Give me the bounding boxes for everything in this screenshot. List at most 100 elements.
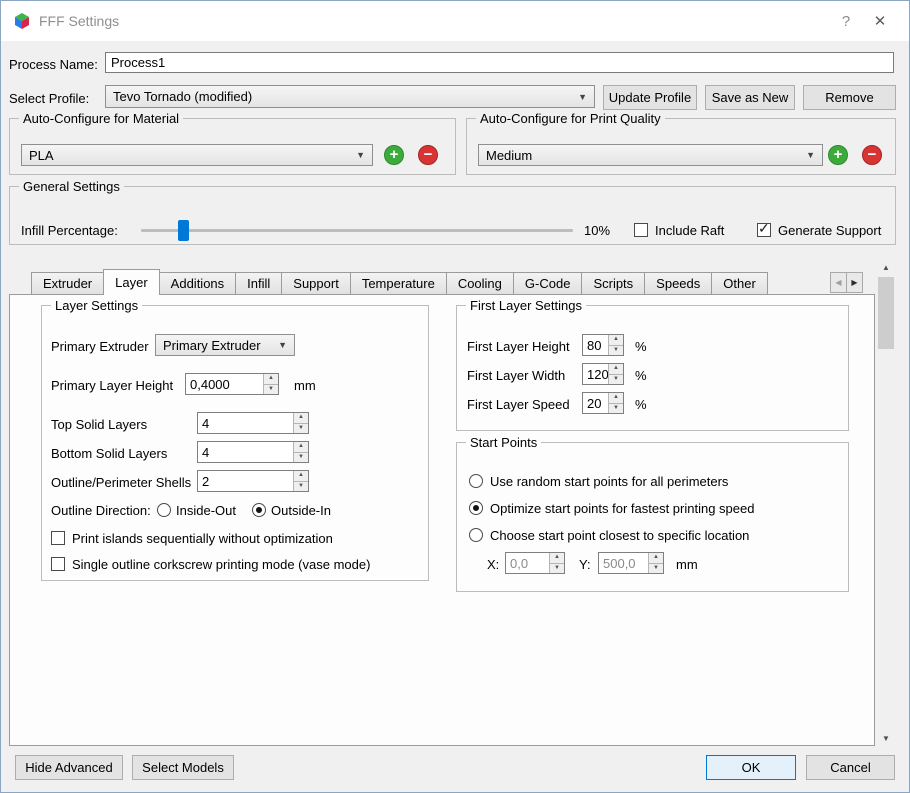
vertical-scrollbar[interactable]: ▲ ▼ (877, 259, 895, 747)
close-button[interactable]: ✕ (863, 12, 897, 30)
first-layer-speed-label: First Layer Speed (467, 397, 570, 412)
primary-extruder-dropdown[interactable]: Primary Extruder ▼ (155, 334, 295, 356)
outline-perimeter-shells-spinbox[interactable]: 2 ▲ ▼ (197, 470, 309, 492)
spin-up-button[interactable]: ▲ (549, 553, 564, 564)
select-models-button[interactable]: Select Models (132, 755, 234, 780)
radio-dot (256, 507, 262, 513)
spinbox-value[interactable]: 2 (198, 471, 293, 491)
spin-up-button[interactable]: ▲ (293, 471, 308, 482)
first-layer-width-spinbox[interactable]: 120 ▲ ▼ (582, 363, 624, 385)
spin-down-button[interactable]: ▼ (648, 563, 663, 573)
select-profile-label: Select Profile: (9, 91, 90, 106)
spin-up-button[interactable]: ▲ (293, 413, 308, 424)
add-quality-button[interactable]: + (828, 145, 848, 165)
first-layer-height-spinbox[interactable]: 80 ▲ ▼ (582, 334, 624, 356)
random-start-points-radio[interactable] (469, 474, 483, 488)
infill-slider-track[interactable] (141, 229, 573, 232)
first-layer-speed-spinbox[interactable]: 20 ▲ ▼ (582, 392, 624, 414)
spin-up-button[interactable]: ▲ (608, 364, 623, 375)
closest-start-point-radio[interactable] (469, 528, 483, 542)
spinbox-value[interactable]: 0,4000 (186, 374, 263, 394)
spin-up-button[interactable]: ▲ (263, 374, 278, 385)
spinbox-value[interactable]: 500,0 (599, 553, 648, 573)
spin-up-button[interactable]: ▲ (648, 553, 663, 564)
spin-down-button[interactable]: ▼ (608, 403, 623, 413)
print-islands-checkbox[interactable] (51, 531, 65, 545)
titlebar: FFF Settings ? ✕ (1, 1, 909, 41)
tab-support[interactable]: Support (281, 272, 351, 294)
spinbox-value[interactable]: 20 (583, 393, 608, 413)
spinbox-value[interactable]: 120 (583, 364, 608, 384)
infill-slider-handle[interactable] (178, 220, 189, 241)
cancel-button[interactable]: Cancel (806, 755, 895, 780)
primary-layer-height-unit: mm (294, 378, 316, 393)
tab-infill[interactable]: Infill (235, 272, 283, 294)
spinbox-value[interactable]: 4 (198, 442, 293, 462)
remove-profile-button[interactable]: Remove (803, 85, 896, 110)
primary-layer-height-label: Primary Layer Height (51, 378, 174, 393)
tab-extruder[interactable]: Extruder (31, 272, 105, 294)
spin-down-button[interactable]: ▼ (608, 345, 623, 355)
vase-mode-label[interactable]: Single outline corkscrew printing mode (… (72, 557, 370, 572)
start-y-spinbox[interactable]: 500,0 ▲ ▼ (598, 552, 664, 574)
material-value: PLA (29, 147, 54, 163)
print-islands-label[interactable]: Print islands sequentially without optim… (72, 531, 333, 546)
generate-support-label[interactable]: Generate Support (778, 223, 881, 238)
scroll-thumb[interactable] (878, 277, 894, 349)
select-profile-dropdown[interactable]: Tevo Tornado (modified) ▼ (105, 85, 595, 108)
first-layer-settings-title: First Layer Settings (466, 298, 586, 313)
top-solid-layers-spinbox[interactable]: 4 ▲ ▼ (197, 412, 309, 434)
outside-in-label[interactable]: Outside-In (271, 503, 331, 518)
add-material-button[interactable]: + (384, 145, 404, 165)
first-layer-height-unit: % (635, 339, 647, 354)
process-name-input[interactable] (105, 52, 894, 73)
optimize-start-points-radio[interactable] (469, 501, 483, 515)
tab-temperature[interactable]: Temperature (349, 272, 447, 294)
scroll-up-button[interactable]: ▲ (877, 259, 895, 276)
hide-advanced-button[interactable]: Hide Advanced (15, 755, 123, 780)
material-dropdown[interactable]: PLA ▼ (21, 144, 373, 166)
tab-gcode[interactable]: G-Code (512, 272, 583, 294)
update-profile-button[interactable]: Update Profile (603, 85, 697, 110)
primary-layer-height-spinbox[interactable]: 0,4000 ▲ ▼ (185, 373, 279, 395)
start-x-spinbox[interactable]: 0,0 ▲ ▼ (505, 552, 565, 574)
optimize-start-points-label[interactable]: Optimize start points for fastest printi… (490, 501, 754, 516)
quality-dropdown[interactable]: Medium ▼ (478, 144, 823, 166)
tab-additions[interactable]: Additions (158, 272, 237, 294)
include-raft-label[interactable]: Include Raft (655, 223, 724, 238)
spin-down-button[interactable]: ▼ (293, 423, 308, 433)
include-raft-checkbox[interactable] (634, 223, 648, 237)
tab-layer[interactable]: Layer (103, 269, 160, 295)
spin-up-button[interactable]: ▲ (293, 442, 308, 453)
bottom-solid-layers-spinbox[interactable]: 4 ▲ ▼ (197, 441, 309, 463)
outside-in-radio[interactable] (252, 503, 266, 517)
tab-scroll-left-button[interactable]: ◀ (830, 272, 847, 293)
vase-mode-checkbox[interactable] (51, 557, 65, 571)
spin-down-button[interactable]: ▼ (293, 481, 308, 491)
inside-out-radio[interactable] (157, 503, 171, 517)
spin-up-button[interactable]: ▲ (608, 393, 623, 404)
scroll-down-button[interactable]: ▼ (877, 730, 895, 747)
spinbox-value[interactable]: 0,0 (506, 553, 549, 573)
help-button[interactable]: ? (829, 13, 863, 30)
spin-down-button[interactable]: ▼ (608, 374, 623, 384)
tab-cooling[interactable]: Cooling (445, 272, 514, 294)
generate-support-checkbox[interactable]: ✓ (757, 220, 771, 237)
tab-speeds[interactable]: Speeds (644, 272, 713, 294)
ok-button[interactable]: OK (706, 755, 796, 780)
closest-start-point-label[interactable]: Choose start point closest to specific l… (490, 528, 749, 543)
spinbox-value[interactable]: 4 (198, 413, 293, 433)
tab-scripts[interactable]: Scripts (581, 272, 646, 294)
tab-scroll-right-button[interactable]: ▶ (846, 272, 863, 293)
save-as-new-button[interactable]: Save as New (705, 85, 795, 110)
spin-down-button[interactable]: ▼ (263, 384, 278, 394)
random-start-points-label[interactable]: Use random start points for all perimete… (490, 474, 728, 489)
remove-quality-button[interactable]: − (862, 145, 882, 165)
spinbox-value[interactable]: 80 (583, 335, 608, 355)
tab-other[interactable]: Other (711, 272, 768, 294)
remove-material-button[interactable]: − (418, 145, 438, 165)
spin-down-button[interactable]: ▼ (293, 452, 308, 462)
spin-up-button[interactable]: ▲ (608, 335, 623, 346)
inside-out-label[interactable]: Inside-Out (176, 503, 236, 518)
spin-down-button[interactable]: ▼ (549, 563, 564, 573)
